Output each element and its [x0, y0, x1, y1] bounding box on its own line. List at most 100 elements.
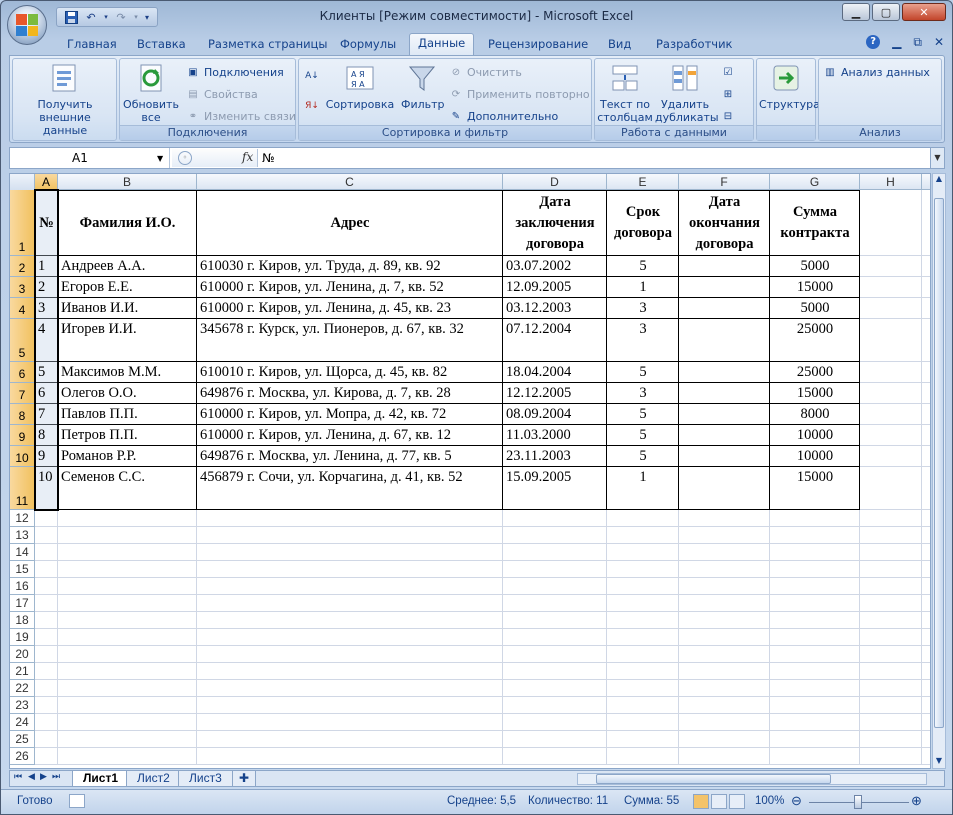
table-cell[interactable]: 25000	[770, 321, 860, 338]
header-cell[interactable]: Срок договора	[607, 190, 679, 256]
column-header-A[interactable]: A	[35, 174, 58, 190]
row-header-2[interactable]: 2	[10, 256, 35, 277]
tab-review[interactable]: Рецензирование	[488, 35, 588, 55]
row-header-1[interactable]: 1	[10, 190, 35, 256]
table-cell[interactable]: 11.03.2000	[503, 427, 607, 444]
table-cell[interactable]: 1	[35, 258, 58, 275]
table-cell[interactable]: 3	[607, 300, 679, 317]
sort-az-button[interactable]: А↓	[305, 69, 319, 83]
zoom-out-icon[interactable]: ⊖	[791, 793, 802, 809]
sort-button[interactable]: А ЯЯ А Сортировка	[325, 62, 395, 111]
scroll-down-icon[interactable]: ▼	[933, 756, 945, 768]
vertical-scrollbar[interactable]: ▲ ▼	[932, 173, 946, 769]
row-header-12[interactable]: 12	[10, 510, 35, 527]
table-cell[interactable]: 15000	[770, 279, 860, 296]
row-header-19[interactable]: 19	[10, 629, 35, 646]
table-cell[interactable]: 8000	[770, 406, 860, 423]
table-cell[interactable]: 18.04.2004	[503, 364, 607, 381]
table-cell[interactable]: 610000 г. Киров, ул. Мопра, д. 42, кв. 7…	[197, 406, 503, 423]
table-cell[interactable]: 5000	[770, 258, 860, 275]
column-header-G[interactable]: G	[770, 174, 860, 190]
tab-data[interactable]: Данные	[409, 33, 475, 56]
properties-button[interactable]: ▤ Свойства	[186, 87, 257, 101]
table-cell[interactable]: 15000	[770, 469, 860, 486]
connections-button[interactable]: ▣ Подключения	[186, 65, 284, 79]
page-break-view-icon[interactable]	[729, 794, 745, 809]
maximize-button[interactable]: ▢	[872, 3, 900, 21]
clear-filter-button[interactable]: ⊘ Очистить	[449, 65, 522, 79]
table-cell[interactable]: 610000 г. Киров, ул. Ленина, д. 45, кв. …	[197, 300, 503, 317]
minimize-button[interactable]: ▁	[842, 3, 870, 21]
row-header-22[interactable]: 22	[10, 680, 35, 697]
horizontal-scroll-thumb[interactable]	[596, 774, 831, 784]
vertical-scroll-thumb[interactable]	[934, 198, 944, 728]
table-cell[interactable]: 10000	[770, 427, 860, 444]
header-cell[interactable]: №	[35, 190, 58, 256]
table-cell[interactable]: Павлов П.П.	[58, 406, 197, 423]
formula-input[interactable]: №	[262, 151, 274, 165]
table-cell[interactable]: 12.09.2005	[503, 279, 607, 296]
table-cell[interactable]: 10000	[770, 448, 860, 465]
worksheet-grid[interactable]: ABCDEFGH 1 2 3 4 5 6 7 8 9 10 11 12 13 14 15 16 17 18 19 20…	[9, 173, 931, 769]
last-sheet-icon[interactable]: ⏭	[52, 772, 60, 782]
restore-icon[interactable]: ⧉	[913, 35, 922, 50]
table-cell[interactable]: 3	[607, 385, 679, 402]
insert-function-button[interactable]: fx	[242, 150, 253, 164]
header-cell[interactable]: Сумма контракта	[770, 190, 860, 256]
table-cell[interactable]: 23.11.2003	[503, 448, 607, 465]
row-header-23[interactable]: 23	[10, 697, 35, 714]
table-cell[interactable]: 9	[35, 448, 58, 465]
header-cell[interactable]: Дата заключения договора	[503, 190, 607, 256]
text-to-columns-button[interactable]: Текст по столбцам	[597, 62, 653, 124]
table-cell[interactable]: 03.12.2003	[503, 300, 607, 317]
reapply-button[interactable]: ⟳ Применить повторно	[449, 87, 590, 101]
prev-sheet-icon[interactable]: ◀	[28, 772, 35, 782]
data-validation-button[interactable]: ☑	[721, 65, 735, 79]
table-cell[interactable]: 8	[35, 427, 58, 444]
table-cell[interactable]: Романов Р.Р.	[58, 448, 197, 465]
expand-namebox-icon[interactable]: ◦	[178, 151, 192, 165]
data-analysis-button[interactable]: ▥ Анализ данных	[823, 65, 930, 79]
row-header-3[interactable]: 3	[10, 277, 35, 298]
table-cell[interactable]: Иванов И.И.	[58, 300, 197, 317]
table-cell[interactable]: 5	[607, 448, 679, 465]
row-header-5[interactable]: 5	[10, 319, 35, 362]
row-header-6[interactable]: 6	[10, 362, 35, 383]
table-cell[interactable]: 15.09.2005	[503, 469, 607, 486]
row-header-26[interactable]: 26	[10, 748, 35, 765]
horizontal-scrollbar[interactable]	[577, 773, 927, 785]
table-cell[interactable]: 2	[35, 279, 58, 296]
name-box[interactable]: A1	[10, 148, 170, 168]
row-header-13[interactable]: 13	[10, 527, 35, 544]
macro-record-icon[interactable]	[69, 794, 85, 808]
row-header-4[interactable]: 4	[10, 298, 35, 319]
row-header-16[interactable]: 16	[10, 578, 35, 595]
table-cell[interactable]: 610000 г. Киров, ул. Ленина, д. 7, кв. 5…	[197, 279, 503, 296]
tab-insert[interactable]: Вставка	[137, 35, 186, 55]
row-header-10[interactable]: 10	[10, 446, 35, 467]
column-header-H[interactable]: H	[860, 174, 922, 190]
table-cell[interactable]: 610000 г. Киров, ул. Ленина, д. 67, кв. …	[197, 427, 503, 444]
edit-links-button[interactable]: ⚭ Изменить связи	[186, 109, 296, 123]
table-cell[interactable]: 5	[607, 364, 679, 381]
header-cell[interactable]: Фамилия И.О.	[58, 190, 197, 256]
table-cell[interactable]: 1	[607, 279, 679, 296]
table-cell[interactable]: 5	[35, 364, 58, 381]
remove-duplicates-button[interactable]: Удалить дубликаты	[655, 62, 719, 124]
row-header-20[interactable]: 20	[10, 646, 35, 663]
sheet-tab-3[interactable]: Лист3	[178, 771, 233, 787]
row-header-24[interactable]: 24	[10, 714, 35, 731]
column-header-E[interactable]: E	[607, 174, 679, 190]
row-header-9[interactable]: 9	[10, 425, 35, 446]
table-cell[interactable]: 10	[35, 469, 58, 486]
select-all-button[interactable]	[10, 174, 35, 190]
sheet-tab-1[interactable]: Лист1	[72, 771, 130, 787]
row-header-21[interactable]: 21	[10, 663, 35, 680]
column-header-D[interactable]: D	[503, 174, 607, 190]
table-cell[interactable]: 5	[607, 258, 679, 275]
row-header-25[interactable]: 25	[10, 731, 35, 748]
consolidate-button[interactable]: ⊞	[721, 87, 735, 101]
row-header-15[interactable]: 15	[10, 561, 35, 578]
help-icon[interactable]: ?	[866, 35, 881, 49]
table-cell[interactable]: 649876 г. Москва, ул. Кирова, д. 7, кв. …	[197, 385, 503, 402]
